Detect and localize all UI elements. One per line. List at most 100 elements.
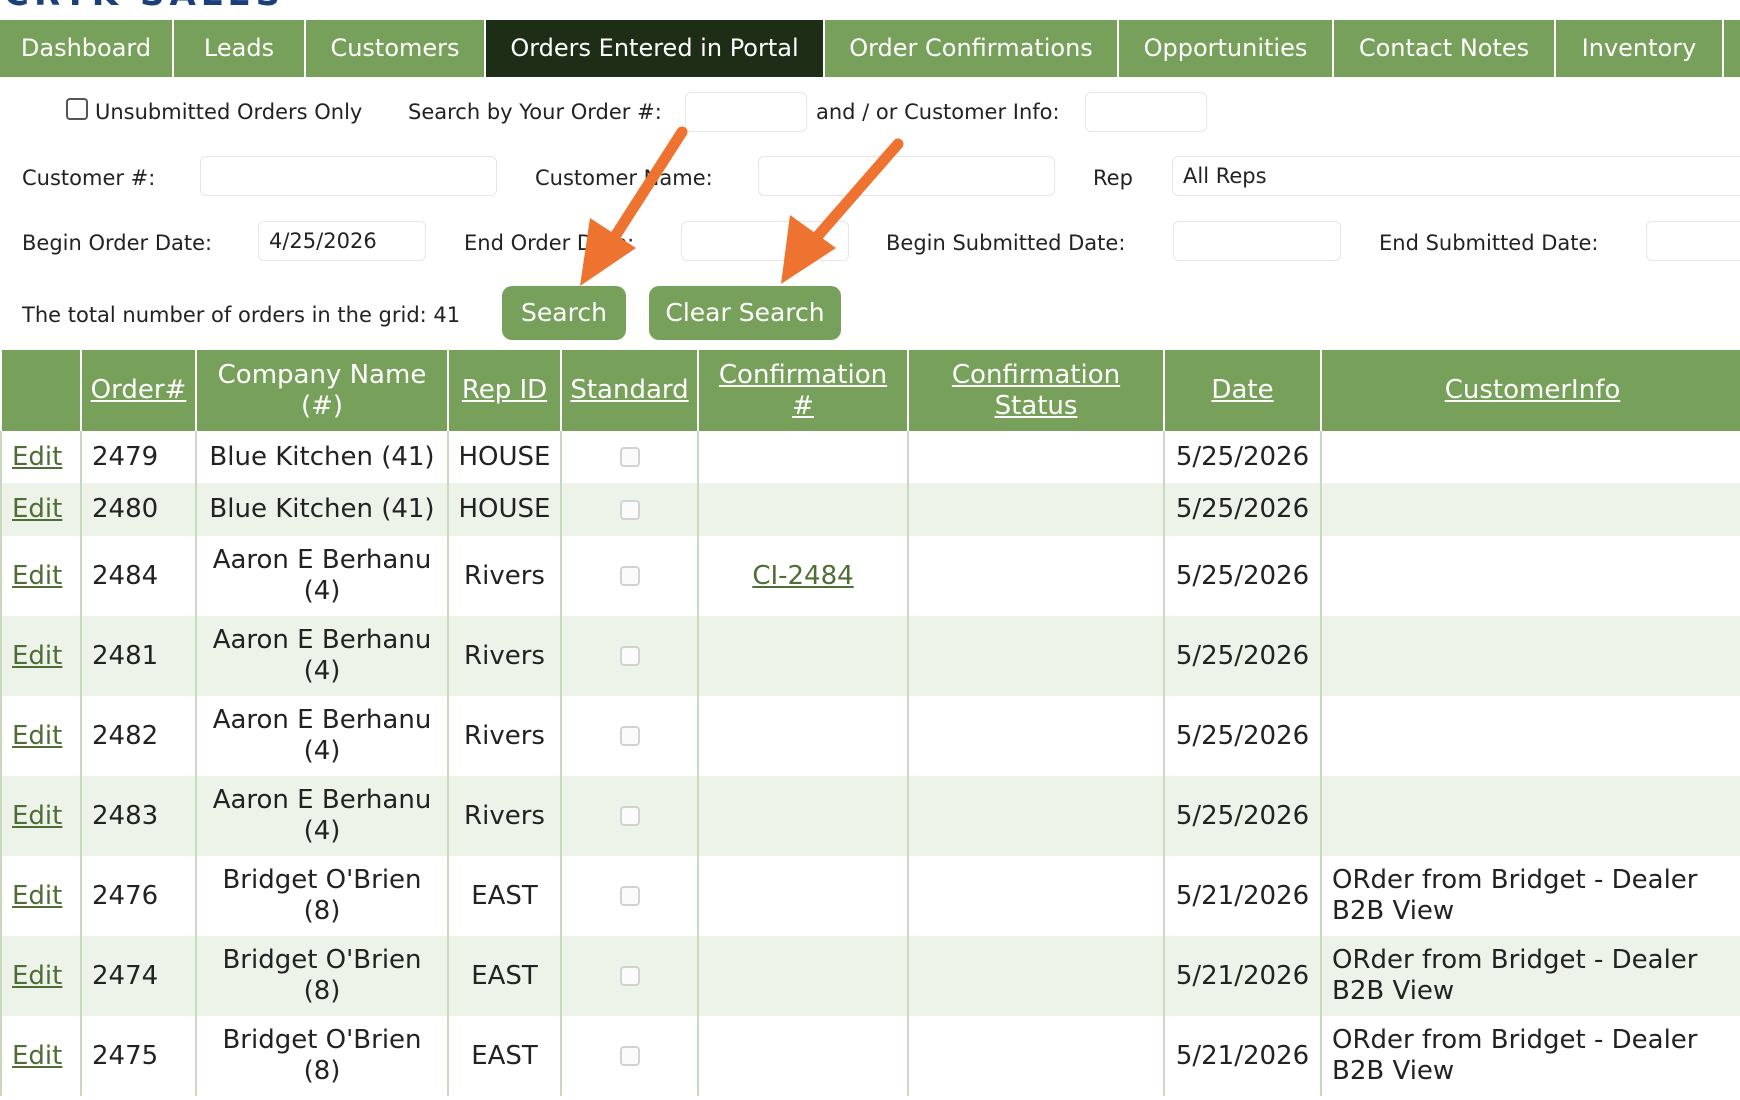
sort-customer-info-link[interactable]: CustomerInfo [1445,375,1621,405]
begin-order-date-label: Begin Order Date: [22,231,213,255]
table-row: Edit 2476 Bridget O'Brien (8) EAST 5/21/… [0,856,1740,936]
rep-cell: EAST [447,856,561,936]
rep-cell: HOUSE [447,431,561,483]
logo-strip: CRTK SALES [0,0,1740,18]
begin-submitted-date-input[interactable] [1173,221,1341,261]
edit-link[interactable]: Edit [12,1041,62,1071]
edit-cell: Edit [0,856,81,936]
standard-checkbox [619,1046,640,1066]
standard-checkbox [619,806,640,826]
edit-link[interactable]: Edit [12,961,62,991]
nav-tab-orders-entered[interactable]: Orders Entered in Portal [486,20,825,77]
table-row: Edit 2480 Blue Kitchen (41) HOUSE 5/25/2… [0,483,1740,536]
standard-checkbox [619,566,640,586]
sort-standard-link[interactable]: Standard [570,375,688,405]
customer-info-cell [1320,536,1740,616]
nav-tab-contact-notes[interactable]: Contact Notes [1334,20,1556,77]
order-number-cell: 2479 [80,431,196,483]
status-cell [907,483,1164,536]
end-order-date-input[interactable] [681,221,849,261]
edit-cell: Edit [0,483,81,536]
edit-cell: Edit [0,936,81,1016]
rep-cell: Rivers [447,776,561,856]
col-header-order[interactable]: Order# [80,350,196,431]
status-cell [907,536,1164,616]
col-header-edit [0,350,81,431]
customer-info-cell [1320,483,1740,536]
edit-link[interactable]: Edit [12,641,62,671]
customer-info-cell [1320,616,1740,696]
customer-name-label: Customer Name: [535,166,713,190]
col-header-standard[interactable]: Standard [560,350,698,431]
begin-order-date-input[interactable] [258,221,426,261]
order-number-input[interactable] [685,92,807,132]
end-submitted-date-input[interactable] [1646,221,1740,261]
date-cell: 5/21/2026 [1163,1016,1321,1096]
edit-link[interactable]: Edit [12,721,62,751]
customer-info-input[interactable] [1085,92,1207,132]
sort-status-link-line2[interactable]: Status [995,391,1078,421]
edit-cell: Edit [0,431,81,483]
confirmation-cell [697,483,908,536]
date-cell: 5/25/2026 [1163,616,1321,696]
company-cell: Aaron E Berhanu (4) [195,536,448,616]
edit-link[interactable]: Edit [12,494,62,524]
col-header-date[interactable]: Date [1163,350,1321,431]
customer-name-input[interactable] [758,156,1055,196]
company-cell: Bridget O'Brien (8) [195,856,448,936]
sort-order-link[interactable]: Order# [91,375,187,405]
confirmation-cell: CI-2484 [697,536,908,616]
rep-label: Rep [1093,166,1133,190]
confirmation-cell [697,856,908,936]
nav-tab-leads[interactable]: Leads [174,20,306,77]
rep-cell: Rivers [447,536,561,616]
col-header-company: Company Name (#) [195,350,448,431]
sort-confirmation-link-line2[interactable]: # [792,391,814,421]
nav-tab-order-confirmations[interactable]: Order Confirmations [825,20,1119,77]
company-cell: Aaron E Berhanu (4) [195,696,448,776]
date-cell: 5/25/2026 [1163,536,1321,616]
customer-info-cell: ORder from Bridget - Dealer B2B View [1320,936,1740,1016]
customer-info-label: and / or Customer Info: [816,100,1060,124]
end-order-date-label: End Order Date: [464,231,635,255]
sort-status-link-line1[interactable]: Confirmation [952,360,1120,390]
clear-search-button[interactable]: Clear Search [649,286,841,340]
company-cell: Blue Kitchen (41) [195,431,448,483]
order-number-cell: 2480 [80,483,196,536]
nav-tab-dashboard[interactable]: Dashboard [0,20,174,77]
standard-checkbox [619,886,640,906]
nav-tab-opportunities[interactable]: Opportunities [1119,20,1334,77]
orders-grid: Order# Company Name (#) Rep ID Standard C… [0,350,1740,1096]
nav-tab-inventory[interactable]: Inventory [1556,20,1724,77]
col-header-rep[interactable]: Rep ID [447,350,561,431]
col-header-confirmation-status[interactable]: Confirmation Status [907,350,1164,431]
sort-confirmation-link-line1[interactable]: Confirmation [719,360,887,390]
rep-cell: HOUSE [447,483,561,536]
standard-cell [560,1016,698,1096]
customer-info-cell: ORder from Bridget - Dealer B2B View [1320,1016,1740,1096]
total-orders-count: The total number of orders in the grid: … [22,303,461,327]
col-header-confirmation[interactable]: Confirmation # [697,350,908,431]
customer-info-cell [1320,776,1740,856]
search-order-label: Search by Your Order #: [408,100,662,124]
unsubmitted-only-label: Unsubmitted Orders Only [95,100,363,124]
search-button[interactable]: Search [502,286,626,340]
edit-cell: Edit [0,696,81,776]
edit-link[interactable]: Edit [12,881,62,911]
unsubmitted-only-checkbox[interactable] [66,98,88,120]
nav-tab-customers[interactable]: Customers [306,20,486,77]
confirmation-link[interactable]: CI-2484 [752,561,853,591]
order-number-cell: 2475 [80,1016,196,1096]
col-header-customer-info[interactable]: CustomerInfo [1320,350,1740,431]
edit-link[interactable]: Edit [12,801,62,831]
sort-rep-link[interactable]: Rep ID [462,375,547,405]
customer-number-input[interactable] [200,156,497,196]
rep-cell: Rivers [447,696,561,776]
edit-link[interactable]: Edit [12,561,62,591]
edit-link[interactable]: Edit [12,442,62,472]
end-submitted-date-label: End Submitted Date: [1379,231,1599,255]
begin-submitted-date-label: Begin Submitted Date: [886,231,1126,255]
sort-date-link[interactable]: Date [1211,375,1273,405]
rep-select[interactable] [1172,156,1740,196]
rep-cell: Rivers [447,616,561,696]
